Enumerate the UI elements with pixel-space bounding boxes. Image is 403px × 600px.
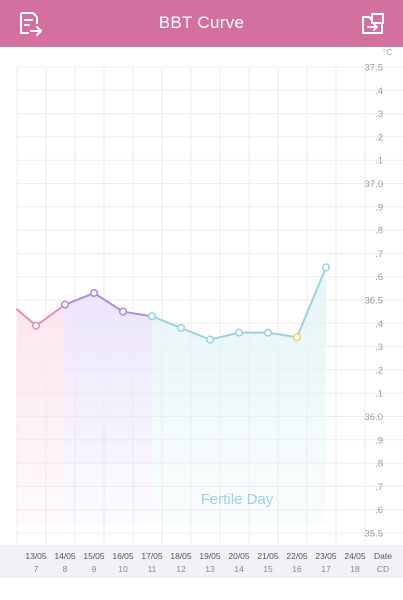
y-tick-label: .1 bbox=[375, 156, 383, 167]
data-point bbox=[263, 328, 273, 337]
y-tick-label: 36.5 bbox=[365, 296, 384, 307]
switch-view-icon bbox=[362, 13, 384, 34]
y-tick-label: .7 bbox=[375, 482, 383, 493]
period-area bbox=[17, 304, 65, 525]
y-tick-label: 35.5 bbox=[365, 529, 384, 540]
date-label: 21/05 bbox=[257, 551, 279, 561]
y-tick-label: .3 bbox=[375, 342, 383, 353]
data-point bbox=[60, 300, 70, 309]
y-tick-label: 36.0 bbox=[365, 412, 384, 423]
date-label: 19/05 bbox=[199, 551, 221, 561]
y-tick-label: .9 bbox=[375, 202, 383, 213]
cycle-day-label: 7 bbox=[33, 564, 39, 574]
cycle-day-label: 8 bbox=[62, 564, 68, 574]
cycle-day-label: 9 bbox=[91, 564, 97, 574]
cycle-day-label: 11 bbox=[147, 564, 157, 574]
y-tick-label: .4 bbox=[375, 86, 383, 97]
cycle-day-label: 17 bbox=[321, 564, 331, 574]
date-axis-cell: 14/05 8 bbox=[50, 545, 80, 578]
app-header: BBT Curve bbox=[0, 0, 403, 47]
y-tick-label: 37.5 bbox=[365, 63, 384, 74]
cycle-day-label: 18 bbox=[350, 564, 360, 574]
date-axis-cell: 22/05 16 bbox=[282, 545, 312, 578]
date-label: 23/05 bbox=[315, 551, 337, 561]
y-tick-label: .4 bbox=[375, 319, 383, 330]
bbt-chart: 37.5 .4 .3 .2 .1 37.0 .9 .8 .7 .6 36.5 .4 .3 .2 .1 36.0… bbox=[16, 48, 403, 545]
y-tick-label: .8 bbox=[375, 226, 383, 237]
data-point bbox=[205, 335, 215, 344]
y-tick-label: .7 bbox=[375, 249, 383, 260]
y-tick-label: .3 bbox=[375, 109, 383, 120]
date-axis-bar: 13/05 7 14/05 8 15/05 9 16/05 10 17/05 11 18/05 12 1… bbox=[0, 545, 403, 578]
switch-view-button[interactable] bbox=[360, 11, 386, 37]
phase-label: Fertile Day bbox=[201, 491, 274, 508]
date-axis-cell: 24/05 18 bbox=[340, 545, 370, 578]
data-point bbox=[147, 312, 157, 321]
date-axis-name: Date bbox=[374, 551, 392, 561]
y-tick-label: .8 bbox=[375, 459, 383, 470]
date-label: 13/05 bbox=[25, 551, 47, 561]
cycle-day-label: 16 bbox=[292, 564, 302, 574]
cycle-day-label: 12 bbox=[176, 564, 186, 574]
date-axis-cell: 13/05 7 bbox=[21, 545, 51, 578]
data-point bbox=[292, 333, 302, 342]
data-point bbox=[89, 288, 99, 298]
date-label: 15/05 bbox=[83, 551, 105, 561]
date-label: 16/05 bbox=[112, 551, 134, 561]
cycle-day-label: 10 bbox=[118, 564, 128, 574]
data-point bbox=[234, 328, 244, 337]
date-axis-cell: 17/05 11 bbox=[137, 545, 167, 578]
date-label: 20/05 bbox=[228, 551, 250, 561]
y-unit-label: °C bbox=[383, 48, 392, 57]
bottom-strip bbox=[0, 578, 403, 600]
y-tick-label: .6 bbox=[375, 272, 383, 283]
y-tick-label: .2 bbox=[375, 365, 383, 376]
page-title: BBT Curve bbox=[158, 13, 245, 32]
date-axis-cell: 18/05 12 bbox=[166, 545, 196, 578]
cycle-day-label: 15 bbox=[263, 564, 273, 574]
date-axis-cell: 15/05 9 bbox=[79, 545, 109, 578]
date-axis-cell: 23/05 17 bbox=[311, 545, 341, 578]
fertile-area bbox=[152, 267, 326, 525]
data-point bbox=[176, 323, 186, 333]
y-tick-label: .1 bbox=[375, 389, 383, 400]
date-label: 17/05 bbox=[141, 551, 163, 561]
date-axis-cell: 20/05 14 bbox=[224, 545, 254, 578]
cycle-day-label: 13 bbox=[205, 564, 215, 574]
cycle-day-axis-name: CD bbox=[376, 564, 390, 574]
y-tick-label: .2 bbox=[375, 132, 383, 143]
y-tick-label: .9 bbox=[375, 435, 383, 446]
date-axis-cell: 21/05 15 bbox=[253, 545, 283, 578]
data-point bbox=[118, 307, 128, 316]
cycle-day-label: 14 bbox=[234, 564, 244, 574]
date-label: 24/05 bbox=[344, 551, 366, 561]
date-axis-cell: 16/05 10 bbox=[108, 545, 138, 578]
data-point bbox=[321, 263, 331, 272]
follicular-area bbox=[65, 293, 152, 525]
date-label: 18/05 bbox=[170, 551, 192, 561]
date-axis-cell: 19/05 13 bbox=[195, 545, 225, 578]
date-label: 22/05 bbox=[286, 551, 308, 561]
y-tick-label: .6 bbox=[375, 505, 383, 516]
date-label: 14/05 bbox=[54, 551, 76, 561]
data-point bbox=[31, 321, 41, 330]
y-tick-label: 37.0 bbox=[365, 179, 384, 190]
